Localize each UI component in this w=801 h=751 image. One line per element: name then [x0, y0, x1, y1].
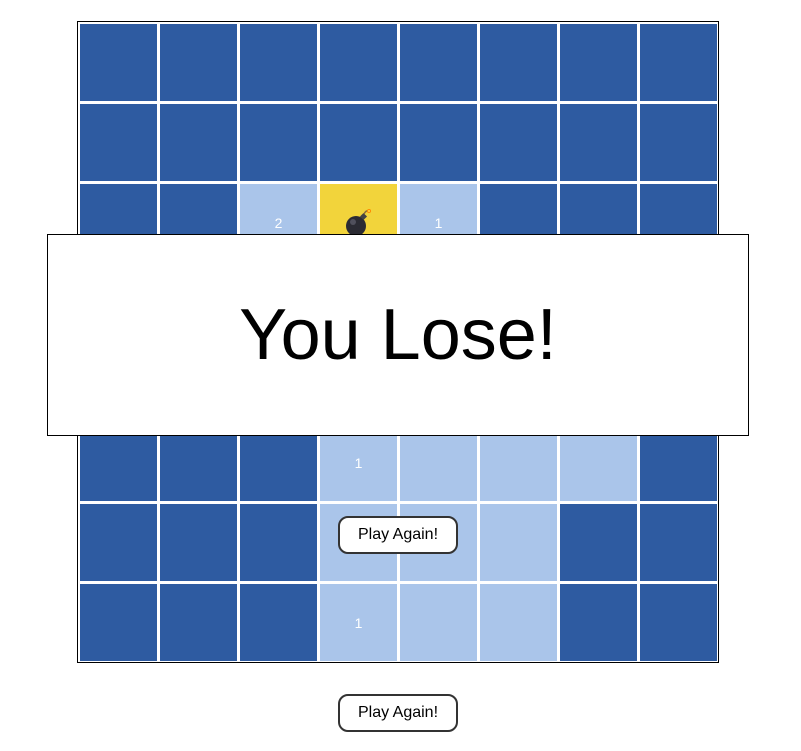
- hidden-cell[interactable]: [560, 584, 637, 661]
- hidden-cell[interactable]: [160, 504, 237, 581]
- hidden-cell[interactable]: [160, 24, 237, 101]
- hidden-cell[interactable]: [640, 104, 717, 181]
- hidden-cell[interactable]: [480, 104, 557, 181]
- hidden-cell[interactable]: [560, 104, 637, 181]
- hidden-cell[interactable]: [80, 504, 157, 581]
- hidden-cell[interactable]: [240, 584, 317, 661]
- hidden-cell[interactable]: [560, 24, 637, 101]
- hidden-cell[interactable]: [640, 584, 717, 661]
- hidden-cell[interactable]: [80, 584, 157, 661]
- cell-number: 1: [354, 454, 363, 471]
- game-over-title: You Lose!: [239, 295, 557, 375]
- hidden-cell[interactable]: [400, 24, 477, 101]
- cell-number: 1: [354, 614, 363, 631]
- hidden-cell[interactable]: [400, 104, 477, 181]
- hidden-cell[interactable]: [240, 24, 317, 101]
- hidden-cell[interactable]: [160, 584, 237, 661]
- hidden-cell[interactable]: [80, 104, 157, 181]
- hidden-cell[interactable]: [640, 24, 717, 101]
- hidden-cell[interactable]: [240, 504, 317, 581]
- play-again-button[interactable]: Play Again!: [338, 694, 458, 732]
- revealed-cell: [400, 584, 477, 661]
- hidden-cell[interactable]: [80, 24, 157, 101]
- revealed-cell: [480, 504, 557, 581]
- cell-number: 1: [434, 214, 443, 231]
- hidden-cell[interactable]: [160, 104, 237, 181]
- hidden-cell[interactable]: [240, 104, 317, 181]
- play-again-button-overlay[interactable]: Play Again!: [338, 516, 458, 554]
- revealed-number-cell: 1: [320, 584, 397, 661]
- revealed-cell: [480, 584, 557, 661]
- hidden-cell[interactable]: [640, 504, 717, 581]
- cell-number: 2: [274, 214, 283, 231]
- game-over-dialog: You Lose!: [47, 234, 749, 436]
- hidden-cell[interactable]: [560, 504, 637, 581]
- hidden-cell[interactable]: [320, 24, 397, 101]
- hidden-cell[interactable]: [320, 104, 397, 181]
- hidden-cell[interactable]: [480, 24, 557, 101]
